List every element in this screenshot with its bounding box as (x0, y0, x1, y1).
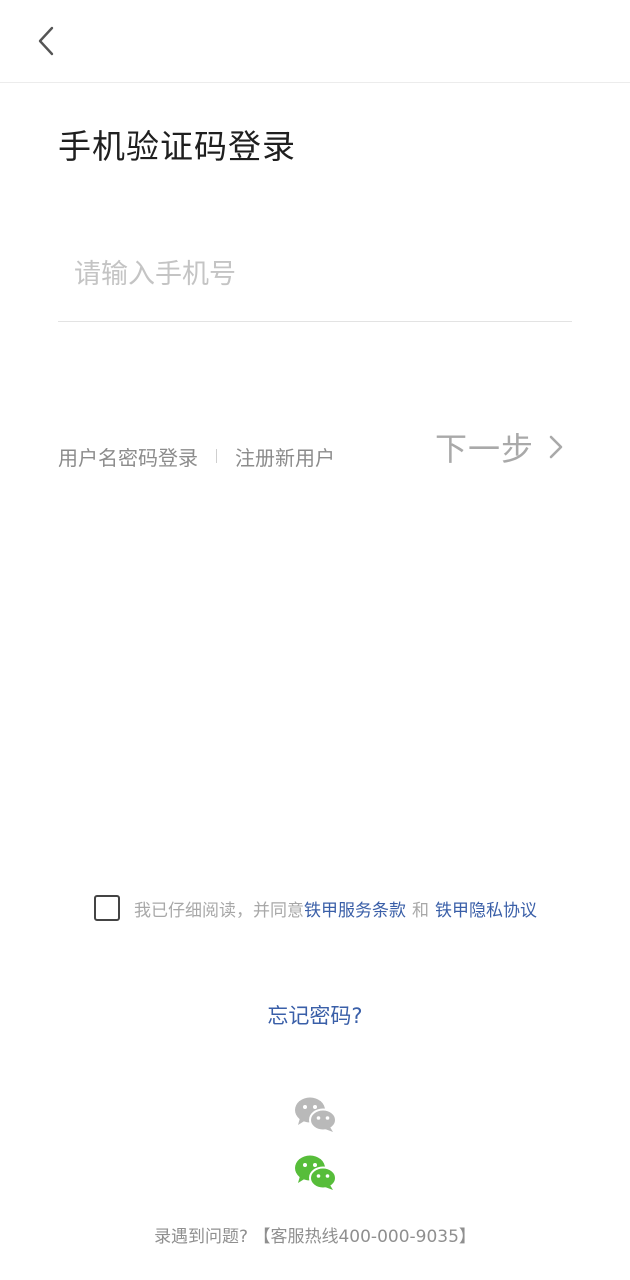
alt-login-links: 用户名密码登录 注册新用户 (58, 440, 335, 472)
wechat-green-icon[interactable] (291, 1152, 339, 1192)
phone-number-input[interactable] (58, 244, 572, 304)
back-button[interactable] (28, 20, 68, 62)
chevron-left-icon (38, 26, 54, 56)
register-link[interactable]: 注册新用户 (235, 442, 335, 471)
agreement-and: 和 (412, 900, 429, 921)
privacy-policy-link[interactable]: 铁甲隐私协议 (435, 896, 537, 921)
agreement-checkbox[interactable] (94, 895, 120, 921)
link-divider (216, 449, 217, 463)
password-login-link[interactable]: 用户名密码登录 (58, 442, 198, 471)
wechat-gray-icon[interactable] (291, 1094, 339, 1134)
agreement-prefix: 我已仔细阅读，并同意 (134, 900, 304, 921)
next-step-button[interactable]: 下一步 (435, 424, 566, 470)
next-step-label: 下一步 (434, 430, 534, 468)
top-bar (0, 0, 630, 83)
forgot-password-link[interactable]: 忘记密码? (267, 1004, 362, 1028)
input-underline (58, 321, 572, 322)
agreement-row: 我已仔细阅读，并同意 铁甲服务条款 和 铁甲隐私协议 (94, 892, 537, 924)
forgot-password-row: 忘记密码? (0, 1000, 630, 1030)
page-title: 手机验证码登录 (58, 127, 296, 166)
customer-service-footer: 录遇到问题? 【客服热线400-000-9035】 (154, 1227, 476, 1247)
terms-of-service-link[interactable]: 铁甲服务条款 (304, 896, 406, 921)
chevron-right-icon (549, 435, 563, 459)
